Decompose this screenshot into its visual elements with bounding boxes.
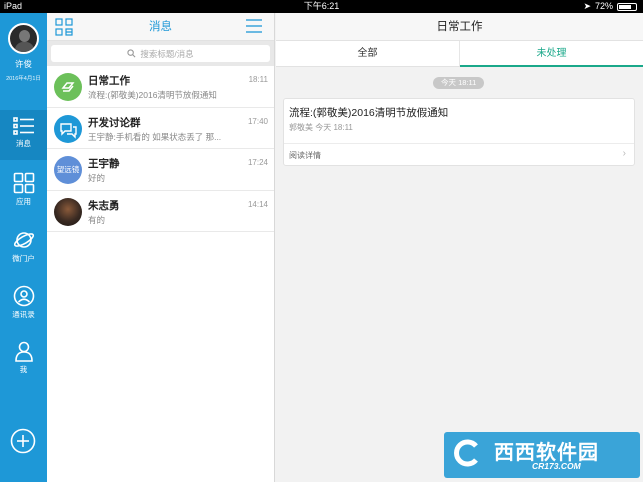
chat-avatar xyxy=(54,73,82,101)
tab-unprocessed[interactable]: 未处理 xyxy=(459,41,643,67)
nav-label-portal: 微门户 xyxy=(12,254,35,263)
message-header: 消息 xyxy=(47,13,274,41)
watermark-logo: 西西软件园 CR173.COM xyxy=(444,432,640,478)
chat-name: 王宇静 xyxy=(88,158,120,170)
chat-time: 17:24 xyxy=(247,158,268,167)
message-card[interactable]: 流程:(郭敬美)2016清明节放假通知 郭敬美 今天 18:11 阅读详情 › xyxy=(283,98,635,166)
nav-item-apps[interactable]: 应用 xyxy=(0,166,47,216)
tab-bar: 全部 未处理 xyxy=(276,41,643,67)
tab-all[interactable]: 全部 xyxy=(276,41,459,66)
chat-name: 朱志勇 xyxy=(88,199,120,212)
search-bar: 搜索标题/消息 xyxy=(47,41,274,66)
battery-percent: 72% xyxy=(594,1,613,11)
nav-item-portal[interactable]: 微门户 xyxy=(0,223,47,273)
status-bar: iPad 下午6:21 ➤ 72% xyxy=(0,0,643,13)
plus-circle-icon[interactable] xyxy=(10,428,36,454)
message-panel: 消息 搜索标题/消息 日常工作 流程:(郭敬美)2016清明节放假通知 18:1… xyxy=(47,13,275,482)
detail-panel: 日常工作 全部 未处理 今天 18:11 流程:(郭敬美)2016清明节放假通知… xyxy=(276,13,643,482)
watermark-c-icon xyxy=(454,439,478,467)
chat-preview: 有的 xyxy=(88,214,106,225)
chat-avatar: 望远镜 xyxy=(54,156,82,184)
nav-item-messages[interactable]: 消息 xyxy=(0,110,47,160)
chat-name: 日常工作 xyxy=(88,75,130,87)
search-icon xyxy=(127,49,136,58)
chat-time: 14:14 xyxy=(247,199,268,209)
nav-label-apps: 应用 xyxy=(16,197,31,206)
chat-preview: 流程:(郭敬美)2016清明节放假通知 xyxy=(88,90,217,100)
list-item[interactable]: 望远镜 王宇静 好的 17:24 xyxy=(47,149,274,191)
card-divider xyxy=(284,143,634,144)
apps-grid-icon xyxy=(13,172,34,194)
list-item[interactable]: 日常工作 流程:(郭敬美)2016清明节放假通知 18:11 xyxy=(47,66,274,108)
detail-title: 日常工作 xyxy=(276,13,643,41)
location-icon: ➤ xyxy=(583,1,591,11)
group-chat-icon xyxy=(60,122,77,139)
card-subtitle: 郭敬美 今天 18:11 xyxy=(289,123,353,132)
nav-item-contacts[interactable]: 通讯录 xyxy=(0,279,47,329)
battery-icon xyxy=(617,2,637,11)
clock: 下午6:21 xyxy=(303,1,340,11)
chat-time: 18:11 xyxy=(248,75,268,84)
side-nav: 许俊 2016年4月1日 消息 应用 微门户 通讯录 我 xyxy=(0,13,47,482)
message-list-icon xyxy=(12,117,34,135)
user-date: 2016年4月1日 xyxy=(6,76,41,82)
user-name: 许俊 xyxy=(14,59,32,69)
user-avatar[interactable] xyxy=(8,23,39,54)
chat-avatar xyxy=(54,114,82,143)
search-placeholder: 搜索标题/消息 xyxy=(140,48,194,59)
person-icon xyxy=(14,341,33,362)
contact-icon xyxy=(13,285,34,307)
chat-name: 开发讨论群 xyxy=(88,116,141,129)
nav-label-contacts: 通讯录 xyxy=(12,310,35,319)
card-title: 流程:(郭敬美)2016清明节放假通知 xyxy=(289,107,449,119)
time-divider: 今天 18:11 xyxy=(433,77,485,89)
list-item[interactable]: 开发讨论群 王宇静:手机看的 如果状态丢了 那... 17:40 xyxy=(47,108,274,149)
read-details-link[interactable]: 阅读详情 xyxy=(289,150,321,161)
message-title: 消息 xyxy=(149,21,172,33)
chat-avatar xyxy=(54,197,82,226)
chat-time: 17:40 xyxy=(247,116,268,126)
chat-preview: 王宇静:手机看的 如果状态丢了 那... xyxy=(88,131,222,142)
chevron-right-icon: › xyxy=(622,148,626,159)
nav-label-me: 我 xyxy=(19,365,28,374)
watermark-sub: CR173.COM xyxy=(532,461,581,471)
menu-icon[interactable] xyxy=(246,19,262,33)
workflow-icon xyxy=(61,82,75,92)
planet-icon xyxy=(13,232,34,248)
search-input[interactable]: 搜索标题/消息 xyxy=(51,45,270,62)
chat-preview: 好的 xyxy=(88,173,106,183)
status-right: ➤ 72% xyxy=(583,0,637,13)
nav-label-messages: 消息 xyxy=(16,139,31,148)
nav-item-me[interactable]: 我 xyxy=(0,334,47,384)
list-item[interactable]: 朱志勇 有的 14:14 xyxy=(47,191,274,232)
battery-fill xyxy=(619,4,631,9)
